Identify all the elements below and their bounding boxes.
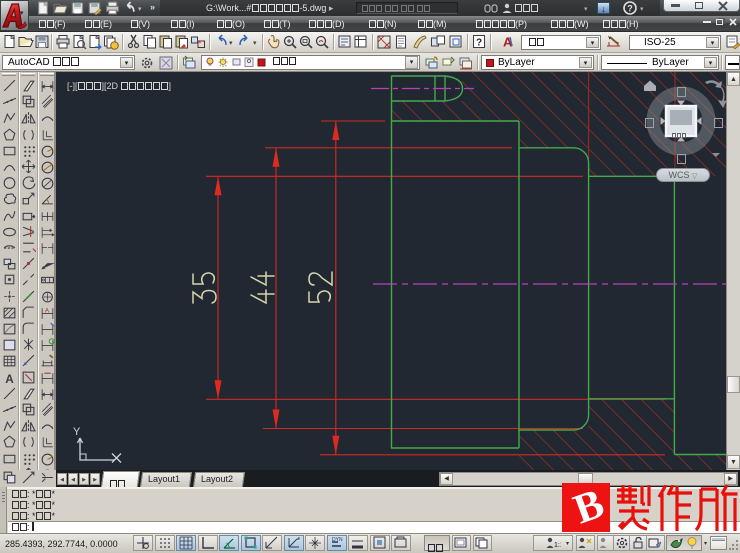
svg-text:A: A [45,308,50,315]
svg-text:?: ? [627,4,633,14]
svg-text:A: A [5,373,14,385]
svg-text:DYN: DYN [332,537,343,543]
svg-text:?: ? [476,38,482,49]
svg-text:1:1: 1:1 [554,542,561,549]
svg-text:Y: Y [73,426,81,438]
